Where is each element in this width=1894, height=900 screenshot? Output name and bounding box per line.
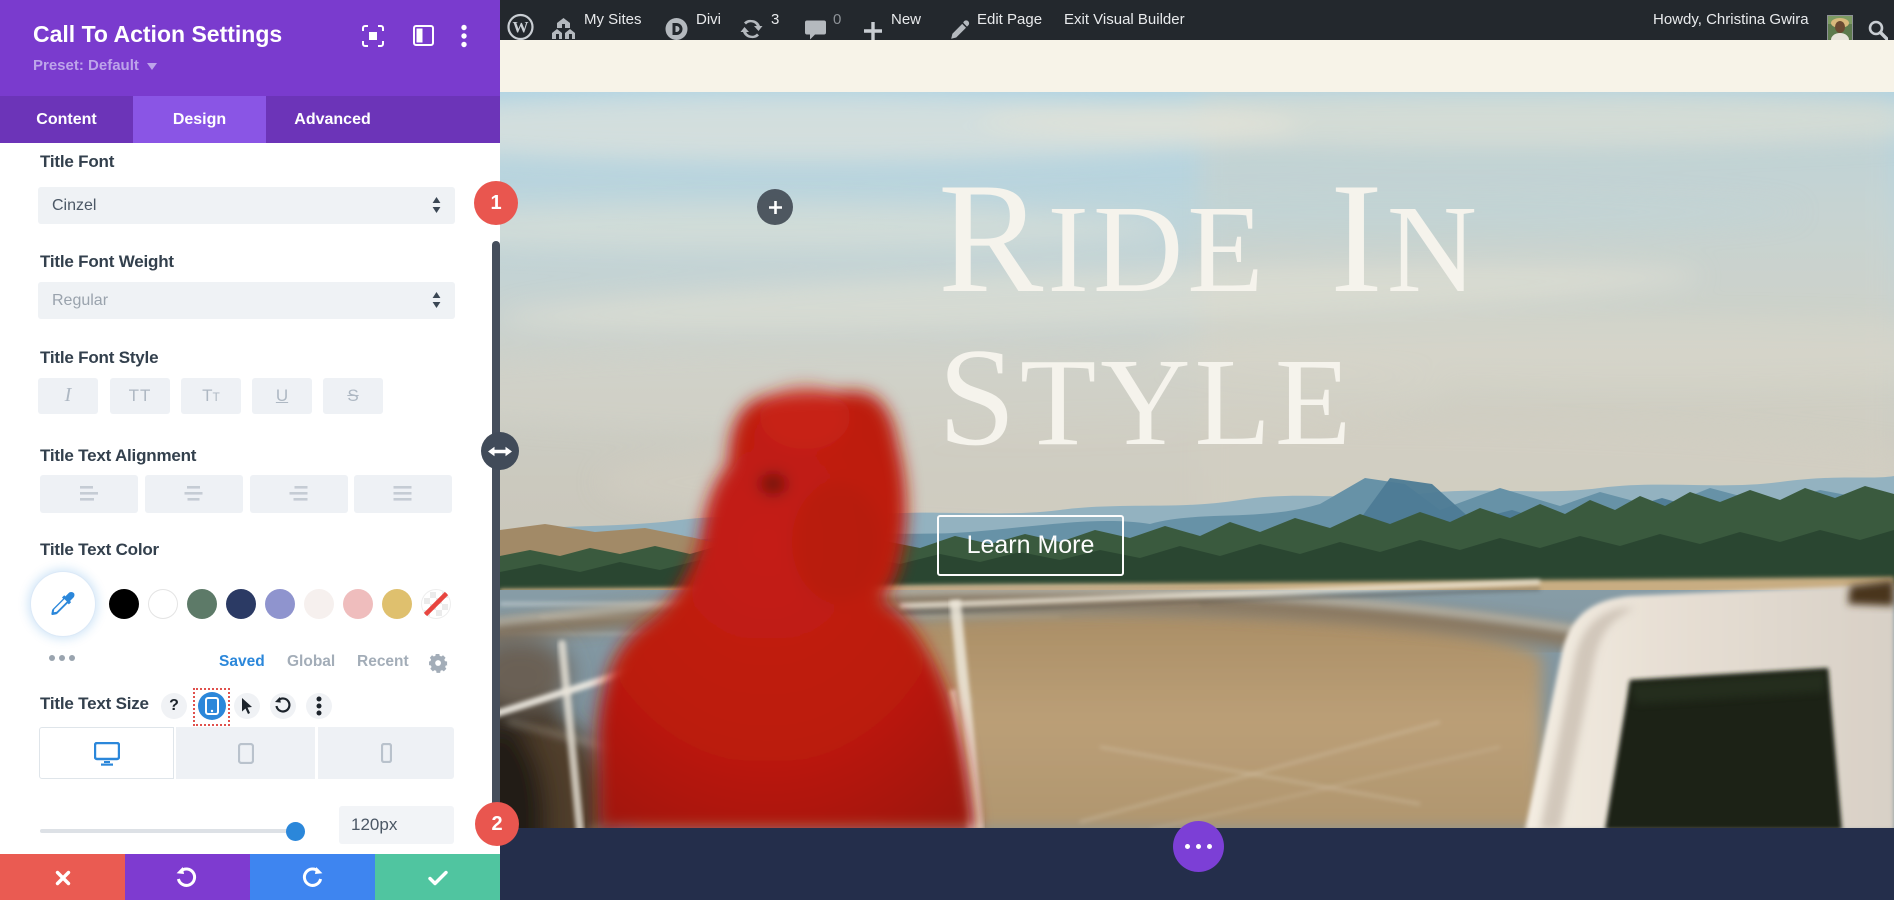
svg-text:W: W — [513, 20, 529, 37]
